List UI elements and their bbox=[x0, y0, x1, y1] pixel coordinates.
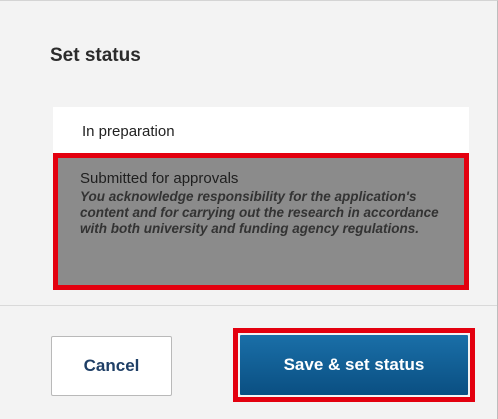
status-option-list: In preparation Submitted for approvals Y… bbox=[53, 107, 469, 290]
status-option-label: In preparation bbox=[82, 123, 175, 140]
dialog-title: Set status bbox=[50, 45, 141, 66]
cancel-button[interactable]: Cancel bbox=[51, 336, 172, 396]
set-status-dialog: Set status In preparation Submitted for … bbox=[0, 0, 498, 419]
footer-divider bbox=[0, 305, 497, 306]
status-option-label: Submitted for approvals bbox=[80, 170, 239, 187]
status-option-in-preparation[interactable]: In preparation bbox=[53, 107, 469, 153]
status-option-submitted-for-approvals[interactable]: Submitted for approvals You acknowledge … bbox=[53, 153, 469, 290]
save-and-set-status-button[interactable]: Save & set status bbox=[240, 335, 468, 395]
status-option-description: You acknowledge responsibility for the a… bbox=[80, 189, 439, 236]
